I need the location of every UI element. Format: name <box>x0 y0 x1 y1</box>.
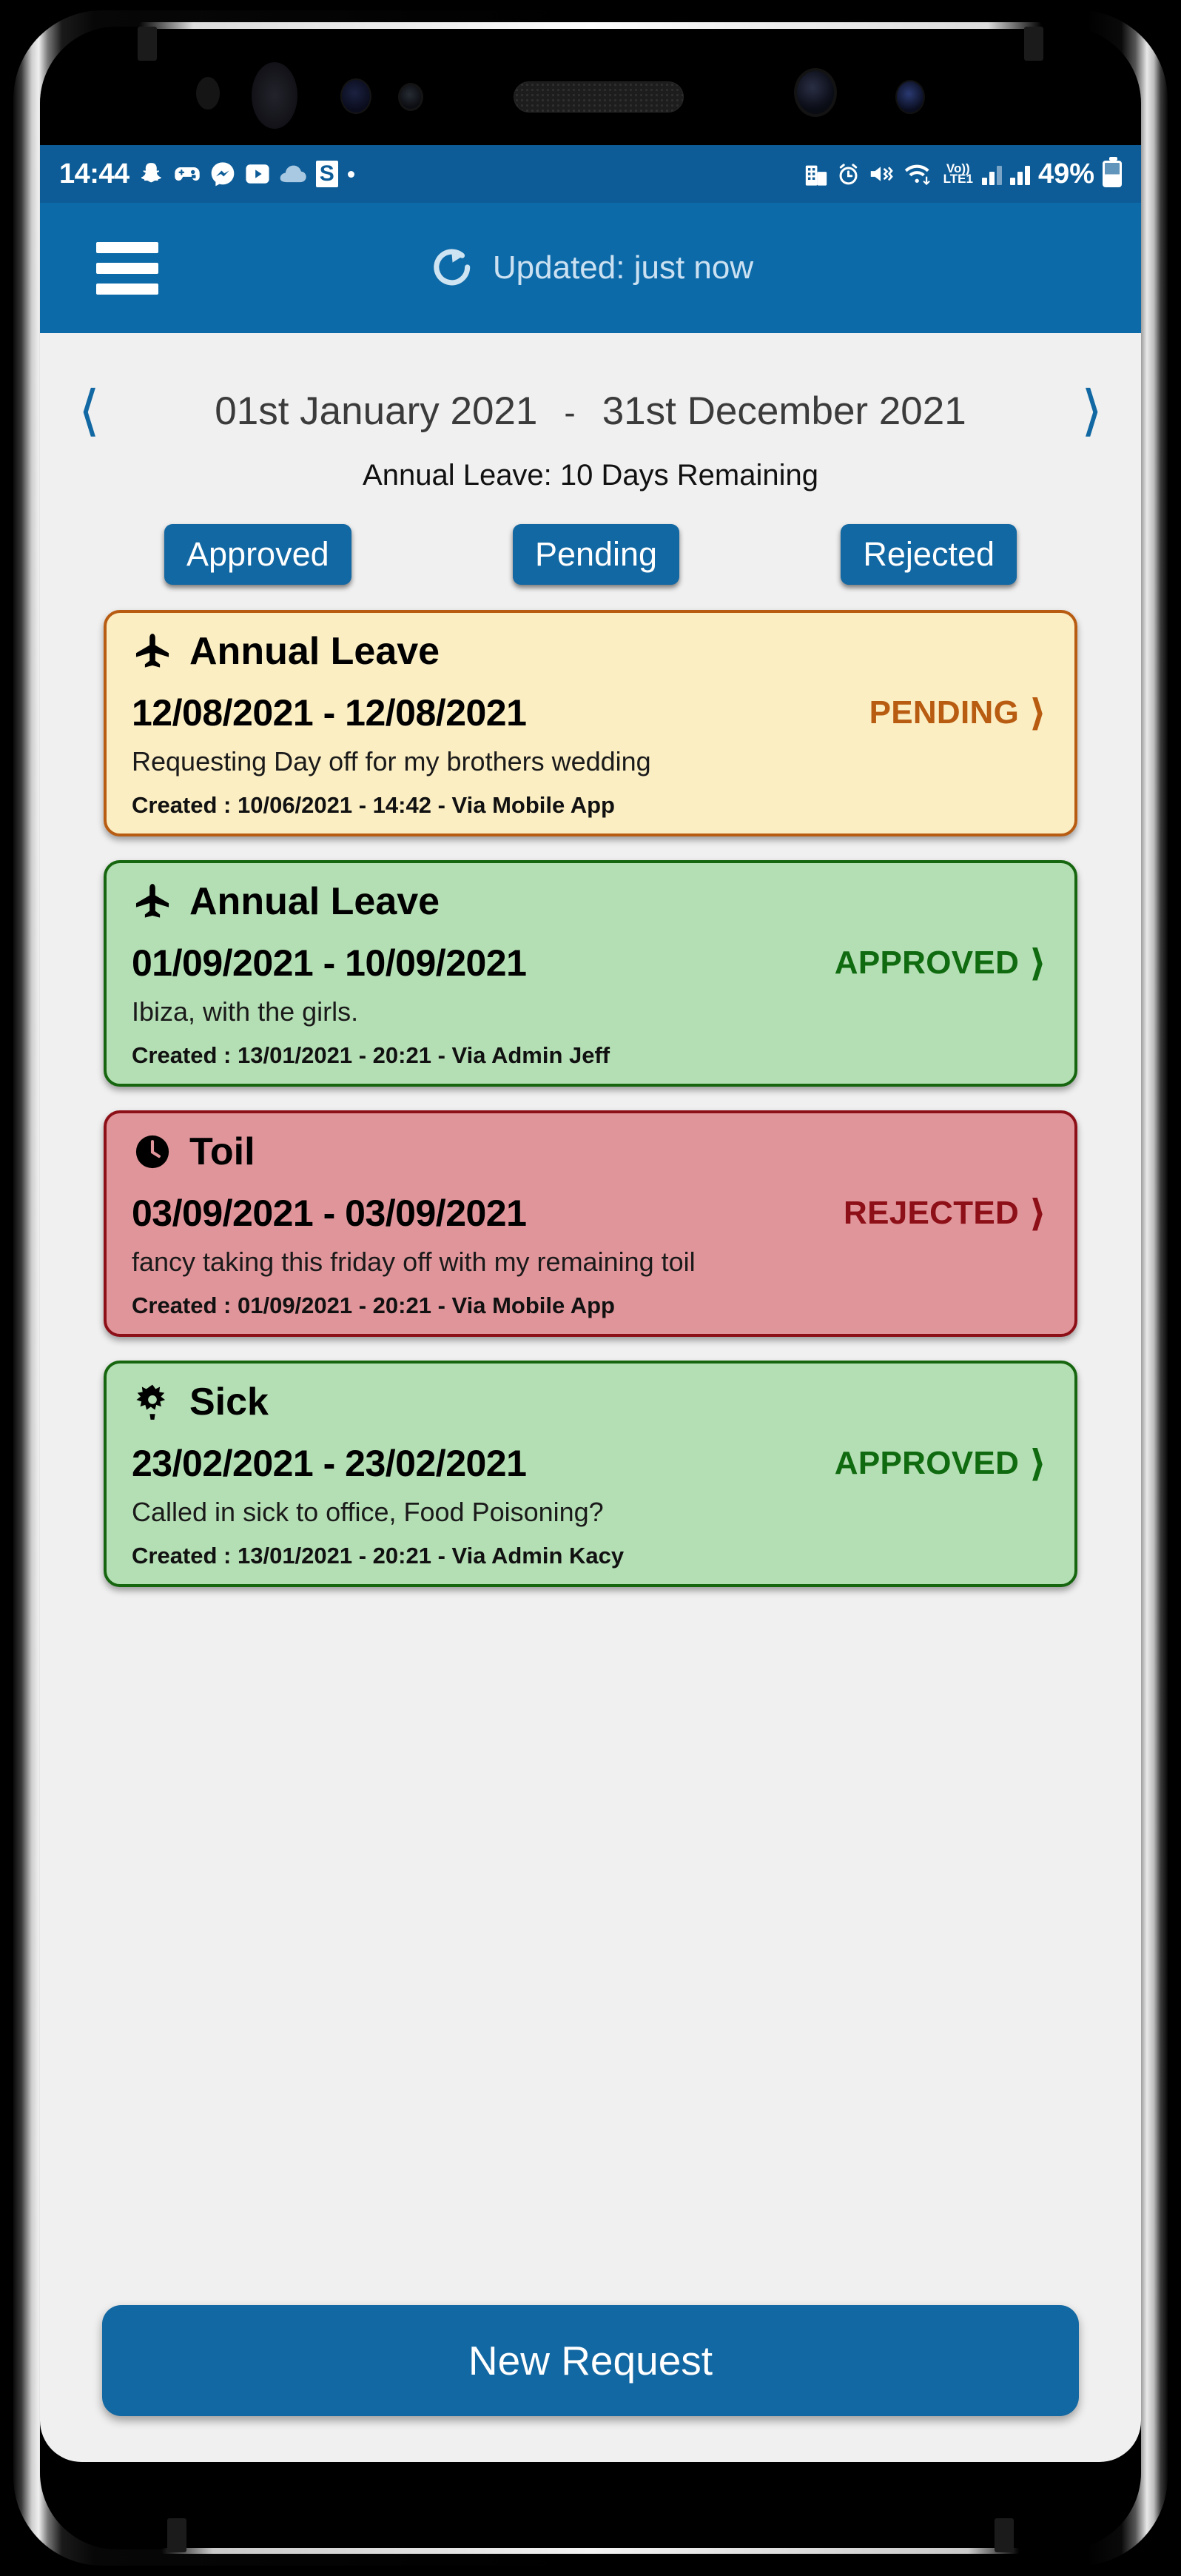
light-sensor-icon <box>398 83 423 111</box>
building-icon <box>804 161 828 187</box>
refresh-status[interactable]: Updated: just now <box>40 244 1141 292</box>
volte-indicator: Vo)) LTE1 <box>943 161 973 186</box>
earpiece-speaker-icon <box>514 81 684 113</box>
request-reason: Called in sick to office, Food Poisoning… <box>132 1497 604 1527</box>
request-summary-row: 01/09/2021 - 10/09/2021 APPROVED ⟩ <box>132 942 1049 985</box>
date-range-label[interactable]: 01st January 2021 - 31st December 2021 <box>215 389 966 434</box>
dot-icon <box>347 170 354 178</box>
request-created: Created : 13/01/2021 - 20:21 - Via Admin… <box>132 1042 610 1068</box>
request-status[interactable]: REJECTED ⟩ <box>844 1195 1049 1232</box>
messenger-icon <box>210 161 235 187</box>
date-range-navigator: ⟨ 01st January 2021 - 31st December 2021… <box>40 363 1141 459</box>
date-range-start: 01st January 2021 <box>215 389 538 433</box>
battery-icon <box>1103 157 1122 187</box>
request-summary-row: 03/09/2021 - 03/09/2021 REJECTED ⟩ <box>132 1192 1049 1235</box>
status-bar: 14:44 S Vo)) LTE1 49% <box>40 145 1141 203</box>
clock-icon <box>132 1131 173 1173</box>
battery-percentage: 49% <box>1037 158 1094 189</box>
request-dates: 12/08/2021 - 12/08/2021 <box>132 692 527 734</box>
date-range-separator: - <box>564 392 576 432</box>
mute-vibrate-icon <box>869 163 895 185</box>
request-type-row: Sick <box>132 1380 1049 1424</box>
youtube-icon <box>245 163 270 185</box>
request-card[interactable]: Annual Leave 12/08/2021 - 12/08/2021 PEN… <box>104 610 1077 836</box>
request-dates: 01/09/2021 - 10/09/2021 <box>132 942 527 984</box>
request-summary-row: 23/02/2021 - 23/02/2021 APPROVED ⟩ <box>132 1442 1049 1485</box>
annual-leave-balance: Annual Leave: 10 Days Remaining <box>363 459 818 492</box>
page-body: ⟨ 01st January 2021 - 31st December 2021… <box>40 333 1141 2462</box>
status-bar-clock: 14:44 <box>59 158 129 189</box>
game-controller-icon <box>174 163 201 185</box>
wifi-icon <box>904 161 935 187</box>
virus-icon <box>132 1381 173 1423</box>
request-type-row: Toil <box>132 1130 1049 1174</box>
request-type-label: Annual Leave <box>189 630 440 673</box>
chevron-right-icon[interactable]: ⟩ <box>1029 945 1046 982</box>
request-dates: 03/09/2021 - 03/09/2021 <box>132 1193 527 1234</box>
corner-tab <box>167 2518 186 2552</box>
request-created: Created : 01/09/2021 - 20:21 - Via Mobil… <box>132 1292 615 1318</box>
request-type-row: Annual Leave <box>132 879 1049 924</box>
updated-label: Updated: just now <box>492 249 754 286</box>
filter-rejected[interactable]: Rejected <box>841 524 1017 585</box>
phone-top-edge <box>139 22 1042 29</box>
request-card[interactable]: Sick 23/02/2021 - 23/02/2021 APPROVED ⟩ … <box>104 1361 1077 1587</box>
screenshot-root: 14:44 S Vo)) LTE1 49% Updated: just now … <box>0 0 1181 2576</box>
airplane-icon <box>132 631 173 672</box>
app-bar: Updated: just now <box>40 203 1141 333</box>
filter-approved[interactable]: Approved <box>164 524 351 585</box>
refresh-icon[interactable] <box>428 244 477 292</box>
proximity-sensor-icon <box>252 62 297 129</box>
chevron-right-icon[interactable]: ⟩ <box>1029 1445 1046 1482</box>
airplane-icon <box>132 881 173 922</box>
request-type-label: Toil <box>189 1130 255 1173</box>
phone-body: 14:44 S Vo)) LTE1 49% Updated: just now … <box>13 10 1168 2566</box>
request-card[interactable]: Toil 03/09/2021 - 03/09/2021 REJECTED ⟩ … <box>104 1110 1077 1337</box>
signal-bars-sim1-icon <box>981 163 1002 185</box>
alarm-clock-icon <box>836 162 861 187</box>
phone-screen: 14:44 S Vo)) LTE1 49% Updated: just now … <box>40 145 1141 2462</box>
filter-buttons: Approved Pending Rejected <box>40 524 1141 585</box>
chevron-right-icon[interactable]: ⟩ <box>1081 383 1103 438</box>
chevron-right-icon[interactable]: ⟩ <box>1029 1195 1046 1232</box>
date-range-end: 31st December 2021 <box>602 389 966 433</box>
corner-tab <box>1024 27 1043 61</box>
request-list: Annual Leave 12/08/2021 - 12/08/2021 PEN… <box>40 610 1141 1611</box>
status-badge: PENDING <box>869 694 1020 731</box>
request-summary-row: 12/08/2021 - 12/08/2021 PENDING ⟩ <box>132 691 1049 734</box>
snapchat-icon <box>139 161 164 187</box>
cloud-icon <box>280 164 306 184</box>
s-badge-icon: S <box>315 161 338 187</box>
request-created: Created : 10/06/2021 - 14:42 - Via Mobil… <box>132 792 615 818</box>
request-status[interactable]: APPROVED ⟩ <box>835 1445 1049 1482</box>
ambient-sensor-icon <box>196 77 220 110</box>
chevron-right-icon[interactable]: ⟩ <box>1029 694 1046 731</box>
request-reason: fancy taking this friday off with my rem… <box>132 1247 696 1277</box>
corner-tab <box>138 27 157 61</box>
request-type-row: Annual Leave <box>132 629 1049 674</box>
chevron-left-icon[interactable]: ⟨ <box>78 383 100 438</box>
filter-pending[interactable]: Pending <box>512 524 680 585</box>
request-status[interactable]: APPROVED ⟩ <box>835 945 1049 982</box>
request-created: Created : 13/01/2021 - 20:21 - Via Admin… <box>132 1543 625 1569</box>
front-camera-icon <box>794 68 837 117</box>
request-card[interactable]: Annual Leave 01/09/2021 - 10/09/2021 APP… <box>104 860 1077 1087</box>
phone-bottom-edge <box>161 2548 1020 2554</box>
status-badge: APPROVED <box>834 1445 1020 1481</box>
status-badge: APPROVED <box>834 945 1020 981</box>
new-request-button[interactable]: New Request <box>102 2305 1079 2416</box>
request-status[interactable]: PENDING ⟩ <box>869 694 1049 731</box>
request-type-label: Annual Leave <box>189 880 440 923</box>
request-reason: Requesting Day off for my brothers weddi… <box>132 746 651 777</box>
request-reason: Ibiza, with the girls. <box>132 996 359 1027</box>
signal-bars-sim2-icon <box>1009 163 1030 185</box>
status-badge: REJECTED <box>844 1195 1020 1231</box>
iris-sensor-icon <box>340 78 371 114</box>
request-type-label: Sick <box>189 1381 269 1423</box>
new-request-bar: New Request <box>40 2305 1141 2416</box>
led-indicator-icon <box>895 80 925 114</box>
request-dates: 23/02/2021 - 23/02/2021 <box>132 1443 527 1484</box>
corner-tab <box>995 2518 1014 2552</box>
